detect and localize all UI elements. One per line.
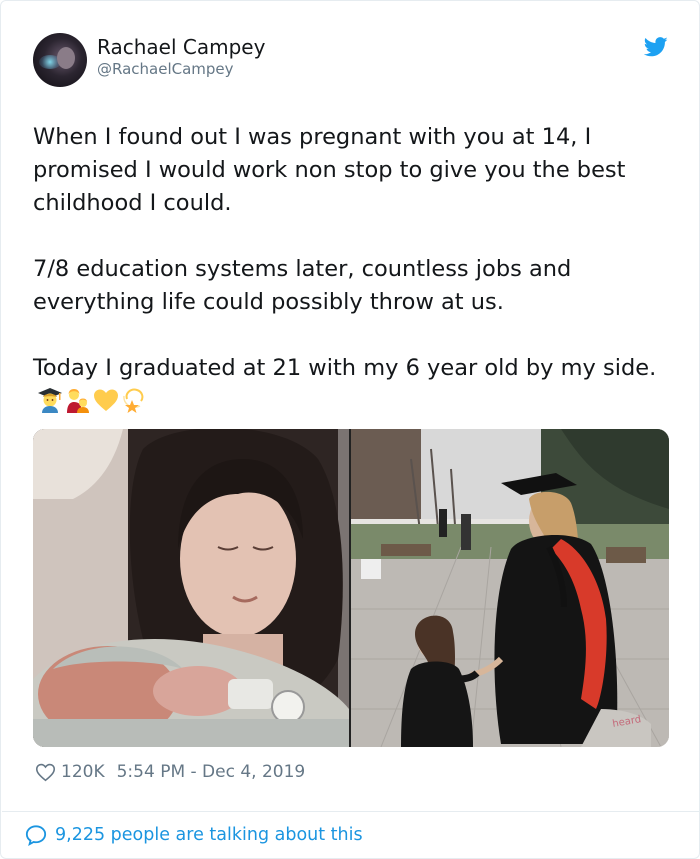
author-handle[interactable]: @RachaelCampey xyxy=(97,60,234,78)
twitter-bird-icon[interactable] xyxy=(644,37,668,57)
tweet-paragraph-2: 7/8 education systems later, countless j… xyxy=(33,256,572,315)
graduation-photo-illustration: heard xyxy=(351,429,669,747)
newborn-with-mother-photo[interactable] xyxy=(33,429,349,747)
tweet-paragraph-3: Today I graduated at 21 with my 6 year o… xyxy=(33,352,673,418)
footer-divider xyxy=(2,811,700,812)
like-count[interactable]: 120K xyxy=(61,762,105,782)
yellow-heart-emoji-icon xyxy=(94,389,118,411)
tweet-timestamp[interactable]: 5:54 PM - Dec 4, 2019 xyxy=(117,762,306,782)
talking-about-link[interactable]: 9,225 people are talking about this xyxy=(25,823,363,847)
avatar-face xyxy=(57,47,75,69)
tweet-media[interactable]: heard xyxy=(33,429,669,747)
tweet-meta: 120K 5:54 PM - Dec 4, 2019 xyxy=(35,761,305,783)
dizzy-star-emoji-icon xyxy=(123,388,144,413)
newborn-photo-illustration xyxy=(33,429,349,747)
mother-daughter-emoji-icon xyxy=(67,389,89,413)
author-avatar[interactable] xyxy=(33,33,87,87)
talking-about-text[interactable]: 9,225 people are talking about this xyxy=(55,825,363,845)
heart-icon[interactable] xyxy=(35,762,56,782)
tweet-paragraph-3-text: Today I graduated at 21 with my 6 year o… xyxy=(33,355,657,381)
author-name[interactable]: Rachael Campey xyxy=(97,35,265,59)
tweet-card: Rachael Campey @RachaelCampey When I fou… xyxy=(0,0,700,859)
tweet-text: When I found out I was pregnant with you… xyxy=(33,121,673,418)
graduate-emoji-icon xyxy=(38,388,62,413)
tweet-paragraph-1: When I found out I was pregnant with you… xyxy=(33,124,626,216)
comment-bubble-icon xyxy=(25,825,47,846)
graduation-with-daughter-photo[interactable]: heard xyxy=(351,429,669,747)
